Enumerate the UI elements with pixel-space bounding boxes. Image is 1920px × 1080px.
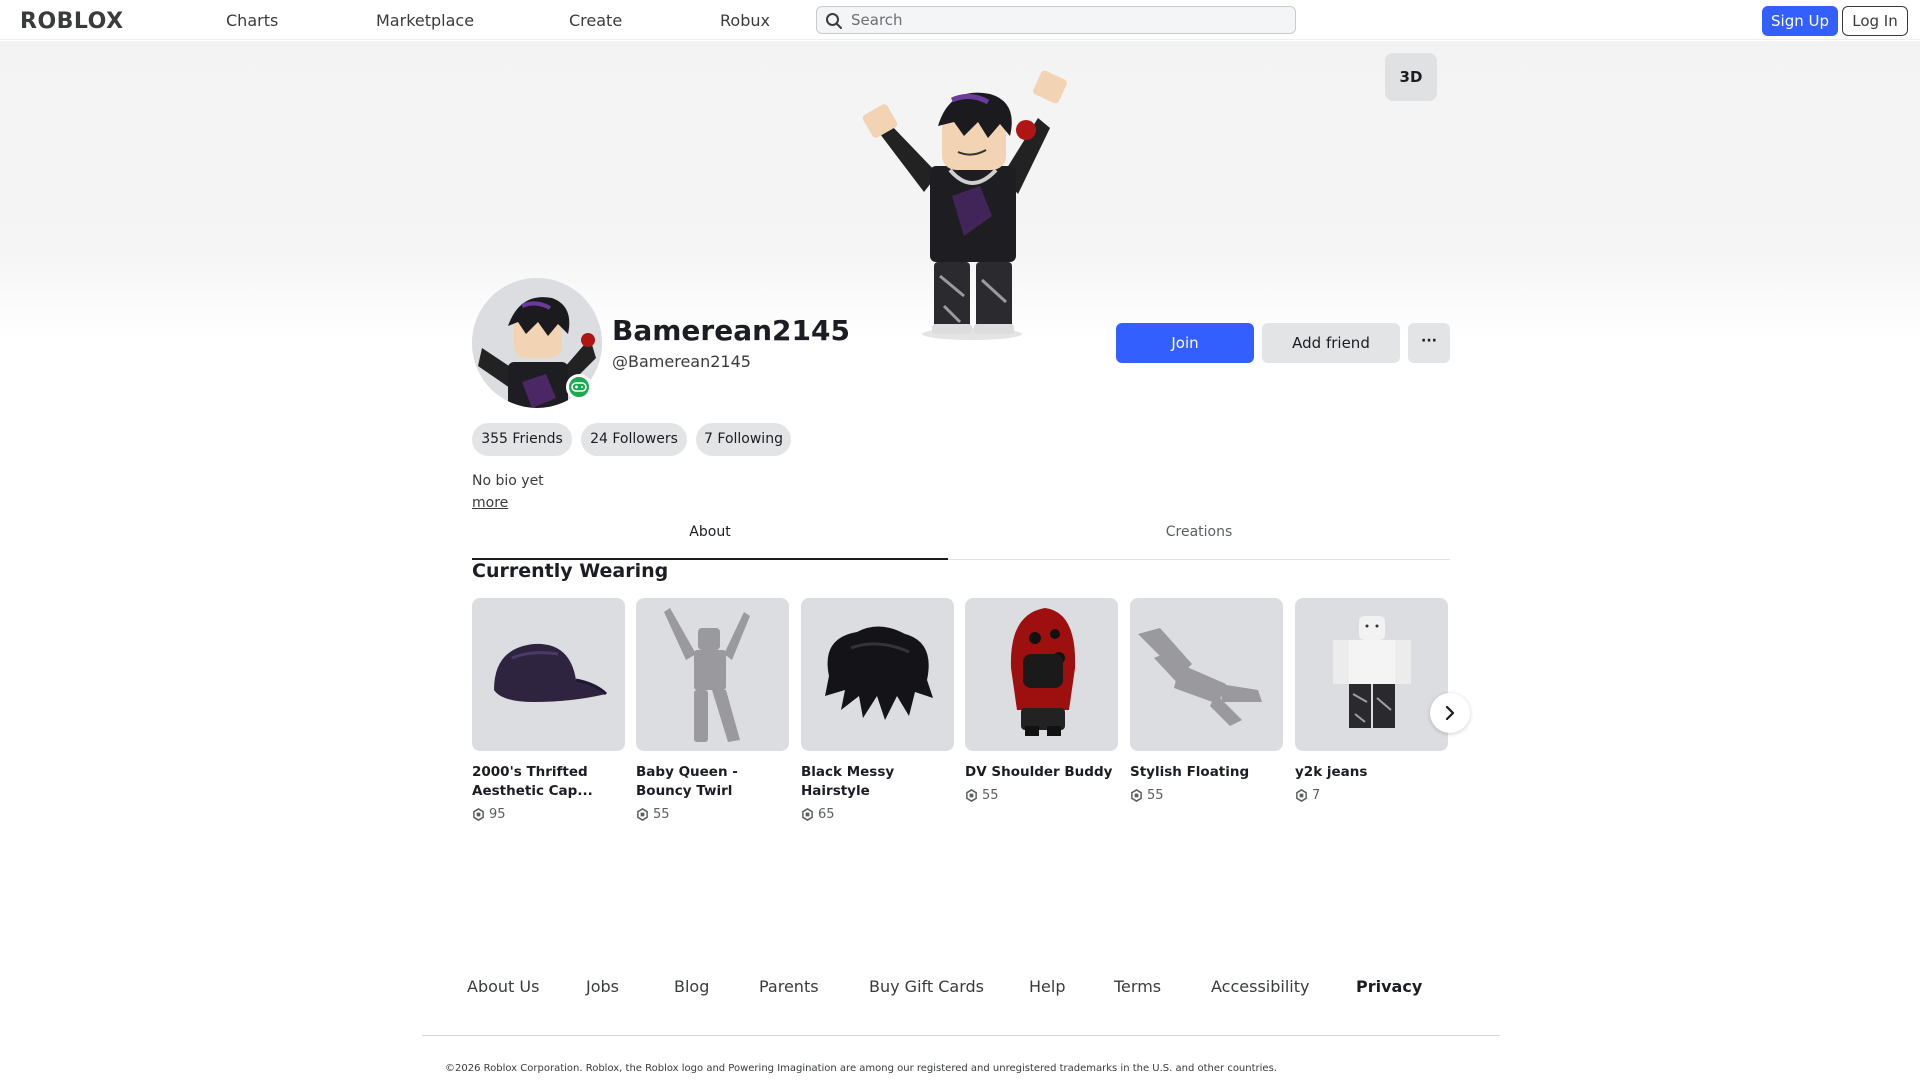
robux-icon — [473, 808, 484, 821]
gamepad-icon — [571, 382, 587, 392]
jeans-avatar-thumbnail[interactable] — [1295, 598, 1448, 751]
footer-link-parents[interactable]: Parents — [759, 977, 819, 996]
robux-icon — [802, 808, 813, 821]
item-price: 55 — [965, 788, 1118, 803]
item-name[interactable]: Black Messy Hairstyle — [801, 763, 954, 801]
nav-create[interactable]: Create — [569, 11, 622, 30]
username: @Bamerean2145 — [612, 352, 751, 371]
wearing-item[interactable]: Baby Queen - Bouncy Twirl 55 — [636, 598, 789, 822]
footer-link-terms[interactable]: Terms — [1114, 977, 1161, 996]
search-box — [816, 6, 1296, 34]
carousel-next-button[interactable] — [1430, 693, 1470, 733]
footer-link-accessibility[interactable]: Accessibility — [1211, 977, 1309, 996]
wearing-item[interactable]: Black Messy Hairstyle 65 — [801, 598, 954, 822]
copyright-text: ©2026 Roblox Corporation. Roblox, the Ro… — [445, 1063, 1277, 1074]
more-options-button[interactable]: ··· — [1408, 323, 1450, 363]
emote-figure-icon — [664, 608, 750, 742]
robux-icon — [1296, 789, 1307, 802]
nav-robux[interactable]: Robux — [720, 11, 770, 30]
hair-thumbnail[interactable] — [801, 598, 954, 751]
chevron-right-icon — [1445, 705, 1455, 721]
item-price: 65 — [801, 807, 954, 822]
robux-icon — [966, 789, 977, 802]
item-name[interactable]: Baby Queen - Bouncy Twirl — [636, 763, 789, 801]
search-input[interactable] — [851, 10, 1281, 30]
log-in-button[interactable]: Log In — [1842, 6, 1908, 36]
item-name[interactable]: DV Shoulder Buddy — [965, 763, 1118, 782]
item-name[interactable]: Stylish Floating — [1130, 763, 1283, 782]
bio-more-link[interactable]: more — [472, 495, 508, 511]
search-icon — [826, 13, 842, 29]
robux-icon — [1131, 789, 1142, 802]
online-status-icon — [566, 374, 592, 400]
display-name: Bamerean2145 — [612, 314, 850, 347]
item-price-value: 65 — [818, 807, 835, 822]
shoulder-buddy-icon — [1010, 608, 1076, 736]
wearing-item[interactable]: 2000's Thrifted Aesthetic Cap... 95 — [472, 598, 625, 822]
item-price-value: 55 — [653, 807, 670, 822]
wearing-item[interactable]: Stylish Floating 55 — [1130, 598, 1283, 803]
view-3d-button[interactable]: 3D — [1385, 53, 1437, 101]
footer-link-privacy[interactable]: Privacy — [1356, 977, 1422, 996]
cap-thumbnail[interactable] — [472, 598, 625, 751]
sign-up-button[interactable]: Sign Up — [1762, 6, 1838, 36]
join-button[interactable]: Join — [1116, 323, 1254, 363]
nav-charts[interactable]: Charts — [226, 11, 278, 30]
item-name[interactable]: y2k jeans — [1295, 763, 1448, 782]
jeans-avatar-icon — [1333, 616, 1411, 728]
item-price: 95 — [472, 807, 625, 822]
followers-count-pill[interactable]: 24 Followers — [581, 423, 687, 456]
robux-icon — [637, 808, 648, 821]
floating-figure-icon — [1138, 628, 1262, 726]
tab-creations[interactable]: Creations — [948, 520, 1450, 560]
footer-divider — [422, 1035, 1500, 1036]
nav-marketplace[interactable]: Marketplace — [376, 11, 474, 30]
footer-link-help[interactable]: Help — [1029, 977, 1065, 996]
top-navigation-bar: RΟBLOX Charts Marketplace Create Robux S… — [0, 0, 1920, 40]
item-price: 55 — [1130, 788, 1283, 803]
friends-count-pill[interactable]: 355 Friends — [472, 423, 572, 456]
item-name[interactable]: 2000's Thrifted Aesthetic Cap... — [472, 763, 625, 801]
wearing-item[interactable]: y2k jeans 7 — [1295, 598, 1448, 803]
footer-link-blog[interactable]: Blog — [674, 977, 709, 996]
cap-icon — [494, 643, 608, 702]
roblox-logo[interactable]: RΟBLOX — [20, 9, 124, 34]
shoulder-buddy-thumbnail[interactable] — [965, 598, 1118, 751]
hair-icon — [825, 626, 933, 720]
avatar-3d-figure — [862, 70, 1067, 340]
add-friend-button[interactable]: Add friend — [1262, 323, 1400, 363]
emote-figure-thumbnail[interactable] — [636, 598, 789, 751]
floating-figure-thumbnail[interactable] — [1130, 598, 1283, 751]
tab-about[interactable]: About — [472, 520, 948, 560]
footer-link-about-us[interactable]: About Us — [467, 977, 539, 996]
profile-bio: No bio yet — [472, 473, 544, 489]
item-price-value: 7 — [1312, 788, 1321, 803]
item-price: 7 — [1295, 788, 1448, 803]
item-price: 55 — [636, 807, 789, 822]
footer-link-jobs[interactable]: Jobs — [586, 977, 619, 996]
item-price-value: 55 — [1147, 788, 1164, 803]
item-price-value: 95 — [489, 807, 506, 822]
footer-link-buy-gift-cards[interactable]: Buy Gift Cards — [869, 977, 984, 996]
wearing-item[interactable]: DV Shoulder Buddy 55 — [965, 598, 1118, 803]
following-count-pill[interactable]: 7 Following — [696, 423, 791, 456]
currently-wearing-heading: Currently Wearing — [472, 560, 669, 582]
item-price-value: 55 — [982, 788, 999, 803]
